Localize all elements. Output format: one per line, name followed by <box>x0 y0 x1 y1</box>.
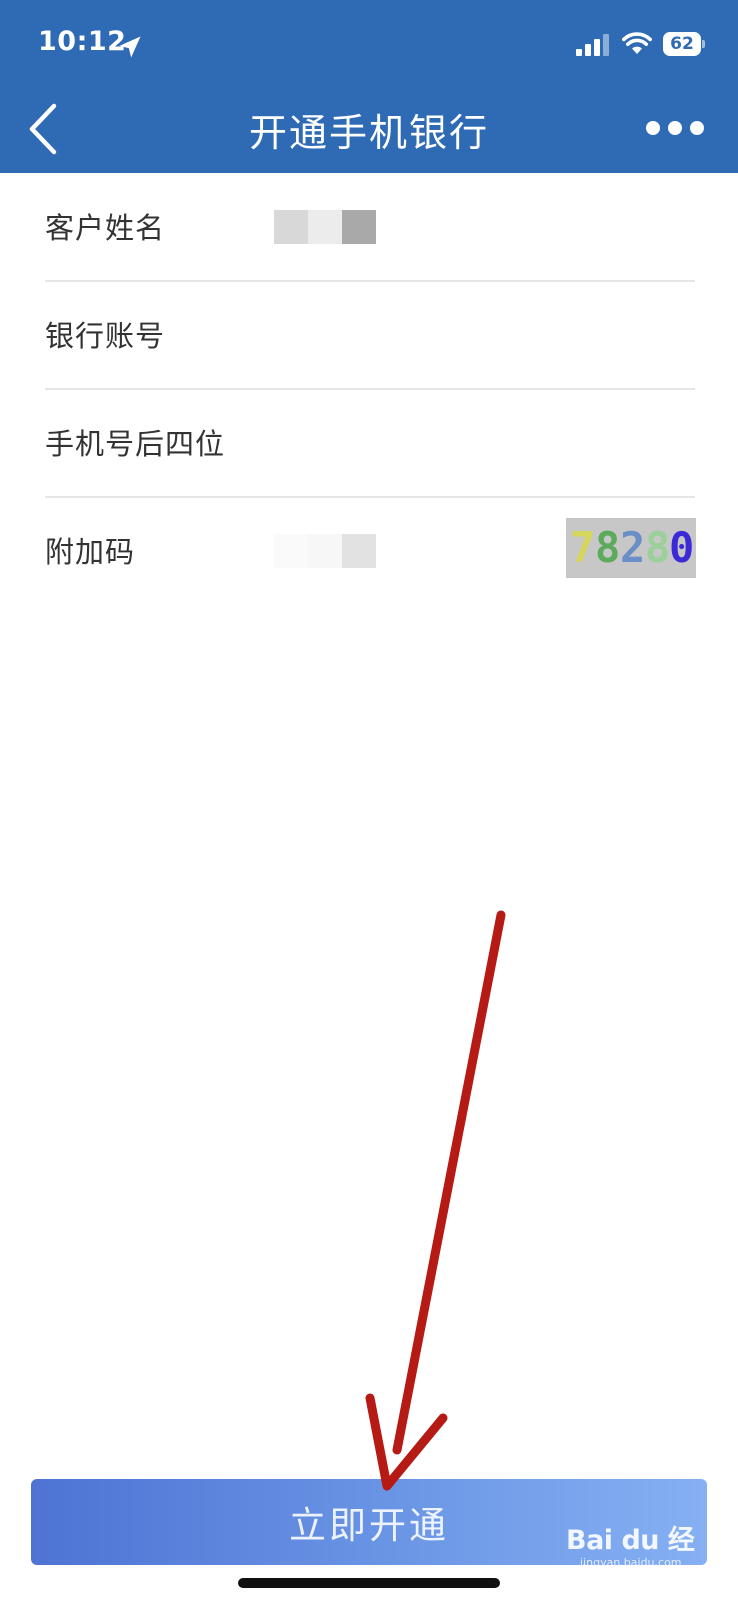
form-row-customer-name: 客户姓名 <box>45 174 695 282</box>
battery-icon: 62 <box>663 32 705 56</box>
cellular-signal-icon <box>576 34 609 56</box>
more-dots-icon <box>690 121 704 135</box>
page-title: 开通手机银行 <box>248 111 489 155</box>
masked-captcha-block[interactable] <box>342 534 376 568</box>
bank-account-label: 银行账号 <box>45 319 166 353</box>
watermark-url: jingyan.baidu.com <box>580 1556 682 1569</box>
phone-last-four-input[interactable] <box>272 420 606 470</box>
location-arrow-icon <box>119 36 141 58</box>
captcha-char: 7 <box>570 523 596 572</box>
baidu-watermark-logo: Bai du 经验 <box>566 1514 716 1595</box>
captcha-char: 2 <box>620 523 646 572</box>
more-button[interactable] <box>646 112 704 142</box>
form-row-phone-last-four: 手机号后四位 <box>45 390 695 498</box>
bank-account-input[interactable] <box>272 312 606 362</box>
status-time: 10:12 <box>38 26 127 57</box>
app-header: 10:12 62 开通手机银行 <box>0 0 738 173</box>
battery-body: 62 <box>663 32 701 56</box>
battery-cap <box>702 40 705 48</box>
masked-name-block <box>308 210 342 244</box>
form-row-bank-account: 银行账号 <box>45 282 695 390</box>
battery-level: 62 <box>670 34 694 54</box>
captcha-char: 0 <box>669 523 695 572</box>
more-dots-icon <box>646 121 660 135</box>
form-row-captcha: 附加码 7 8 2 8 0 <box>45 498 696 606</box>
captcha-label: 附加码 <box>45 535 136 569</box>
masked-captcha-block[interactable] <box>274 534 308 568</box>
phone-last-four-label: 手机号后四位 <box>45 427 226 461</box>
masked-captcha-block[interactable] <box>308 534 342 568</box>
captcha-char: 8 <box>595 523 621 572</box>
captcha-image[interactable]: 7 8 2 8 0 <box>566 518 696 578</box>
masked-name-block <box>342 210 376 244</box>
wifi-icon <box>622 32 652 54</box>
home-indicator[interactable] <box>238 1578 500 1588</box>
captcha-char: 8 <box>645 523 671 572</box>
masked-name-block <box>274 210 308 244</box>
more-dots-icon <box>668 121 682 135</box>
customer-name-label: 客户姓名 <box>45 211 166 245</box>
